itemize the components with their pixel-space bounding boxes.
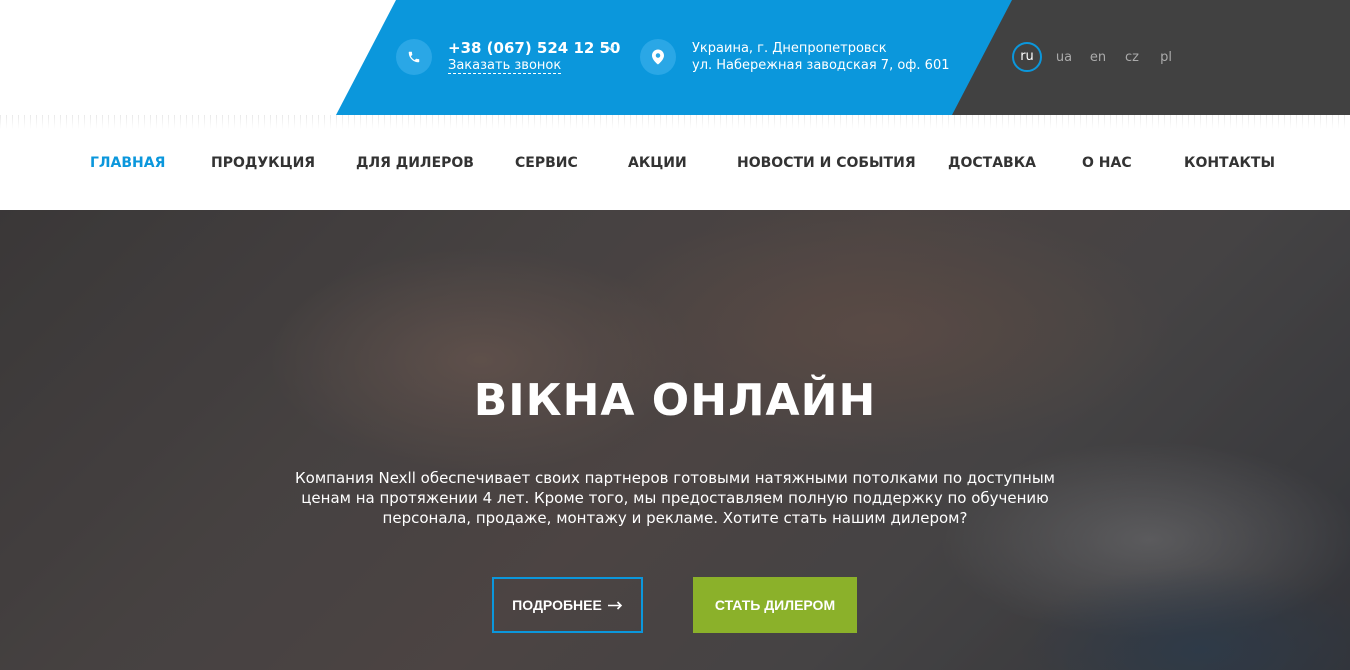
location-pin-icon <box>640 39 676 75</box>
become-dealer-button[interactable]: СТАТЬ ДИЛЕРОМ <box>693 577 857 633</box>
hero-description: Компания Nexll обеспечивает своих партне… <box>295 469 1055 527</box>
phone-icon <box>396 39 432 75</box>
nav-item-delivery[interactable]: ДОСТАВКА <box>948 155 1036 171</box>
language-switcher: ru ua en cz pl <box>1012 42 1190 72</box>
nav-item-about[interactable]: О НАС <box>1082 155 1132 171</box>
ruler-divider <box>0 115 1350 129</box>
callback-link[interactable]: Заказать звонок <box>448 59 562 74</box>
main-nav: ГЛАВНАЯ ПРОДУКЦИЯ ДЛЯ ДИЛЕРОВ СЕРВИС АКЦ… <box>0 115 1350 210</box>
nav-item-promo[interactable]: АКЦИИ <box>628 155 687 171</box>
hero-banner: ВІКНА ОНЛАЙН Компания Nexll обеспечивает… <box>0 210 1350 670</box>
nav-item-dealers[interactable]: ДЛЯ ДИЛЕРОВ <box>356 155 474 171</box>
lang-en[interactable]: en <box>1088 50 1108 65</box>
nav-item-service[interactable]: СЕРВИС <box>515 155 578 171</box>
nav-item-products[interactable]: ПРОДУКЦИЯ <box>211 155 315 171</box>
address: Украина, г. Днепропетровск ул. Набережна… <box>692 40 950 74</box>
more-button-label: ПОДРОБНЕЕ <box>512 597 602 613</box>
address-line-1: Украина, г. Днепропетровск <box>692 41 887 56</box>
address-line-2: ул. Набережная заводская 7, оф. 601 <box>692 58 950 73</box>
lang-pl[interactable]: pl <box>1156 50 1176 65</box>
lang-ua[interactable]: ua <box>1054 50 1074 65</box>
hero-title: ВІКНА ОНЛАЙН <box>473 375 877 426</box>
lang-cz[interactable]: cz <box>1122 50 1142 65</box>
chevron-down-icon[interactable] <box>606 45 615 51</box>
more-button[interactable]: ПОДРОБНЕЕ <box>492 577 643 633</box>
nav-item-contacts[interactable]: КОНТАКТЫ <box>1184 155 1275 171</box>
nav-item-news[interactable]: НОВОСТИ И СОБЫТИЯ <box>737 155 916 171</box>
nav-item-home[interactable]: ГЛАВНАЯ <box>90 155 165 171</box>
phone-number[interactable]: +38 (067) 524 12 50 <box>448 39 620 57</box>
lang-ru[interactable]: ru <box>1012 42 1042 72</box>
arrow-right-icon <box>607 600 622 610</box>
top-bar: +38 (067) 524 12 50 Заказать звонок Укра… <box>0 0 1350 115</box>
